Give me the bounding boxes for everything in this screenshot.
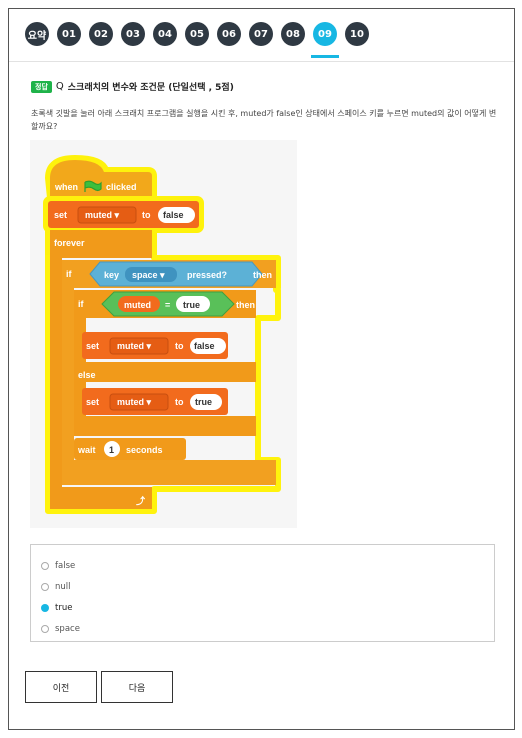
option-null[interactable]: null [31, 576, 494, 597]
wait-label: wait [77, 445, 96, 455]
muted-reporter: muted [124, 300, 151, 310]
key-label: key [104, 270, 119, 280]
radio-false[interactable] [41, 561, 49, 570]
tab-05[interactable]: 05 [185, 22, 209, 46]
option-true[interactable]: true [31, 597, 494, 618]
loop-arrow-icon: ⤴ [136, 495, 146, 506]
var-dropdown-3: muted ▾ [117, 397, 152, 407]
then-label-2: then [236, 300, 255, 310]
value-true-1: true [183, 300, 200, 310]
tab-06[interactable]: 06 [217, 22, 241, 46]
tab-01[interactable]: 01 [57, 22, 81, 46]
set-label-1: set [54, 210, 67, 220]
tab-09[interactable]: 09 [311, 22, 339, 58]
forever-label: forever [54, 238, 85, 248]
var-dropdown-1: muted ▾ [85, 210, 120, 220]
question-tabs: 요약 01 02 03 04 05 06 07 08 09 10 [25, 22, 369, 58]
when-label: when [54, 182, 78, 192]
question-text: 초록색 깃발을 눌러 아래 스크래치 프로그램을 실행을 시킨 후, muted… [31, 109, 497, 131]
else-label: else [78, 370, 96, 380]
scratch-blocks: when clicked set muted ▾ to false foreve… [43, 155, 281, 514]
wait-value: 1 [109, 445, 114, 455]
key-space-dropdown: space ▾ [132, 270, 165, 280]
tab-summary[interactable]: 요약 [25, 22, 49, 46]
to-label-2: to [175, 341, 184, 351]
option-label: true [55, 602, 73, 613]
next-button[interactable]: 다음 [101, 671, 173, 703]
var-dropdown-2: muted ▾ [117, 341, 152, 351]
option-label: false [55, 560, 76, 571]
to-label-3: to [175, 397, 184, 407]
option-label: space [55, 623, 80, 634]
tab-04[interactable]: 04 [153, 22, 177, 46]
equals-label: = [165, 300, 170, 310]
question-title: 스크래치의 변수와 조건문 (단일선택 , 5점) [67, 83, 234, 93]
scratch-program-image: when clicked set muted ▾ to false foreve… [30, 140, 297, 528]
set-label-2: set [86, 341, 99, 351]
answer-options: false null true space [30, 544, 495, 642]
to-label-1: to [142, 210, 151, 220]
tab-02[interactable]: 02 [89, 22, 113, 46]
set-label-3: set [86, 397, 99, 407]
option-label: null [55, 581, 71, 592]
pressed-label: pressed? [187, 270, 227, 280]
value-false-2: false [194, 341, 215, 351]
tab-07[interactable]: 07 [249, 22, 273, 46]
question-marker: Q [55, 81, 64, 92]
value-false-1: false [163, 210, 184, 220]
tab-divider [9, 61, 514, 62]
then-label-1: then [253, 270, 272, 280]
prev-button[interactable]: 이전 [25, 671, 97, 703]
option-space[interactable]: space [31, 618, 494, 639]
value-true-2: true [195, 397, 212, 407]
radio-space[interactable] [41, 624, 49, 633]
answer-badge: 정답 [31, 80, 52, 93]
radio-null[interactable] [41, 582, 49, 591]
tab-10[interactable]: 10 [345, 22, 369, 46]
quiz-frame: 요약 01 02 03 04 05 06 07 08 09 10 정답 Q 스크… [8, 8, 515, 730]
radio-true[interactable] [41, 603, 49, 612]
question-header: 정답 Q 스크래치의 변수와 조건문 (단일선택 , 5점) [31, 80, 234, 93]
clicked-label: clicked [106, 182, 137, 192]
tab-03[interactable]: 03 [121, 22, 145, 46]
seconds-label: seconds [126, 445, 163, 455]
option-false[interactable]: false [31, 555, 494, 576]
tab-08[interactable]: 08 [281, 22, 305, 46]
